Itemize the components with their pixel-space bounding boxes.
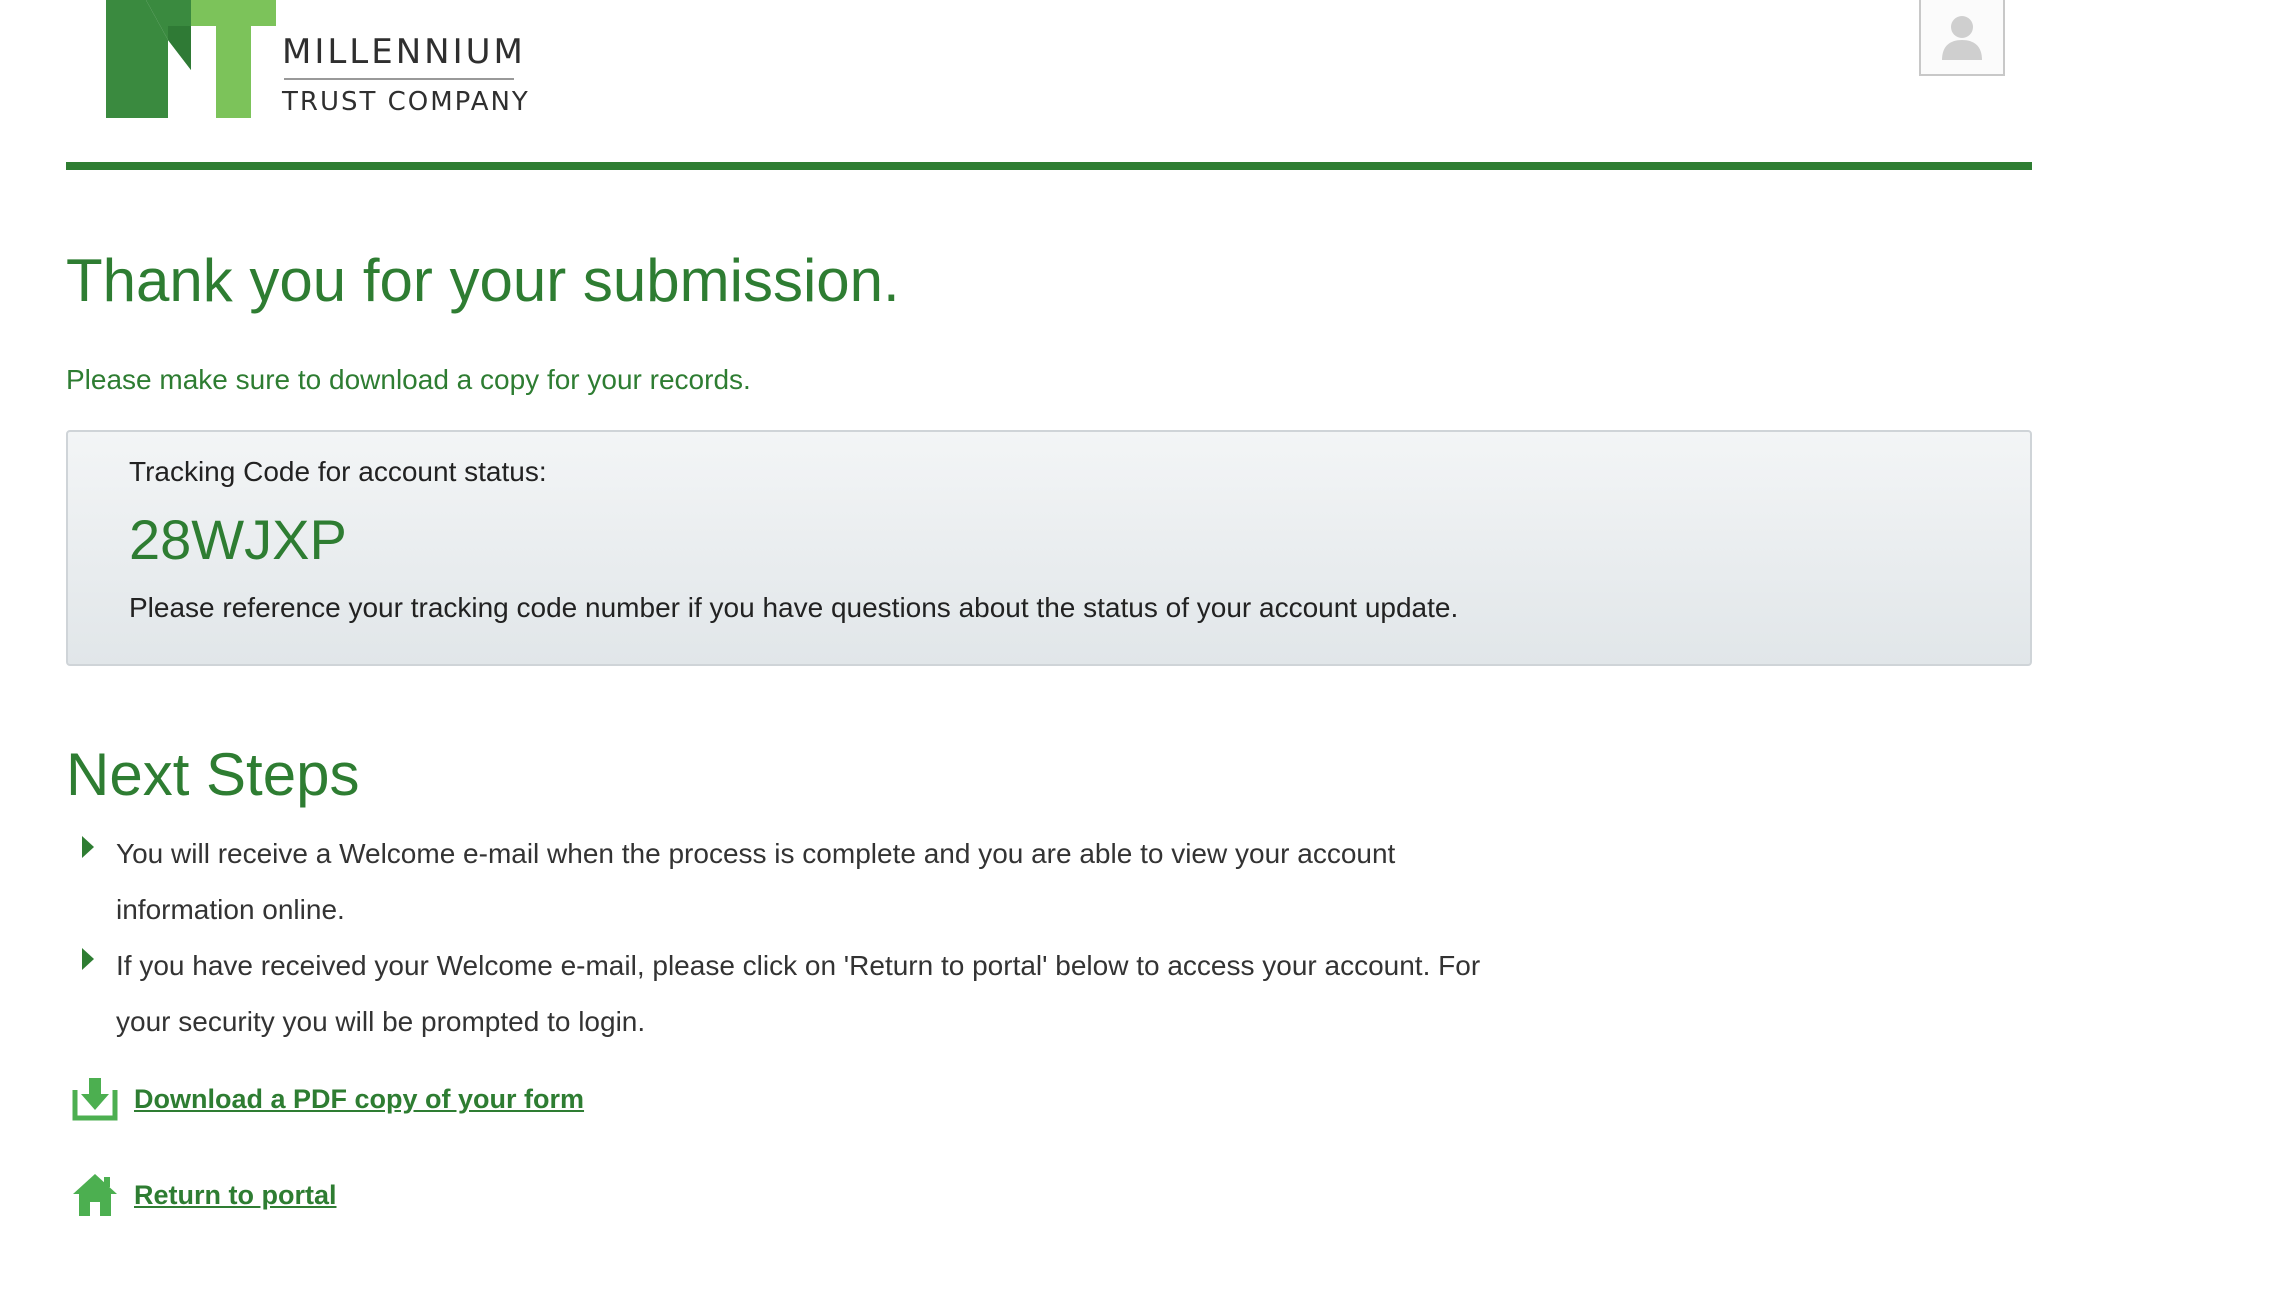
download-icon bbox=[72, 1078, 118, 1121]
triangle-right-icon bbox=[82, 836, 94, 858]
logo-divider bbox=[284, 78, 514, 80]
tracking-code-panel: Tracking Code for account status: 28WJXP… bbox=[66, 430, 2032, 666]
step-text: You will receive a Welcome e-mail when t… bbox=[116, 838, 1396, 925]
logo-mark-icon bbox=[106, 0, 276, 118]
download-reminder: Please make sure to download a copy for … bbox=[66, 364, 751, 395]
logo-text-trust-company: TRUST COMPANY bbox=[282, 87, 530, 117]
return-to-portal-link-row[interactable]: Return to portal bbox=[72, 1172, 337, 1218]
tracking-code-value: 28WJXP bbox=[129, 508, 347, 571]
return-to-portal-link[interactable]: Return to portal bbox=[134, 1177, 337, 1213]
header-divider bbox=[66, 162, 2032, 170]
step-text: If you have received your Welcome e-mail… bbox=[116, 950, 1481, 1037]
triangle-right-icon bbox=[82, 948, 94, 970]
next-steps-heading: Next Steps bbox=[66, 741, 360, 808]
home-icon bbox=[73, 1174, 117, 1216]
download-pdf-link-row[interactable]: Download a PDF copy of your form bbox=[72, 1076, 584, 1122]
user-avatar-button[interactable] bbox=[1919, 0, 2005, 76]
tracking-code-note: Please reference your tracking code numb… bbox=[129, 592, 1459, 623]
next-steps-list: You will receive a Welcome e-mail when t… bbox=[66, 826, 1486, 1050]
page: MILLENNIUM TRUST COMPANY Thank you for y… bbox=[66, 0, 2032, 1216]
list-item: You will receive a Welcome e-mail when t… bbox=[66, 826, 1486, 938]
download-pdf-link[interactable]: Download a PDF copy of your form bbox=[134, 1081, 584, 1117]
page-title: Thank you for your submission. bbox=[66, 247, 900, 314]
logo-text-millennium: MILLENNIUM bbox=[282, 32, 526, 72]
user-avatar-icon bbox=[1942, 16, 1982, 60]
company-logo[interactable]: MILLENNIUM TRUST COMPANY bbox=[106, 0, 530, 118]
list-item: If you have received your Welcome e-mail… bbox=[66, 938, 1486, 1050]
site-header: MILLENNIUM TRUST COMPANY bbox=[66, 0, 2032, 170]
tracking-code-label: Tracking Code for account status: bbox=[129, 456, 547, 487]
logo-wordmark: MILLENNIUM TRUST COMPANY bbox=[282, 32, 530, 118]
